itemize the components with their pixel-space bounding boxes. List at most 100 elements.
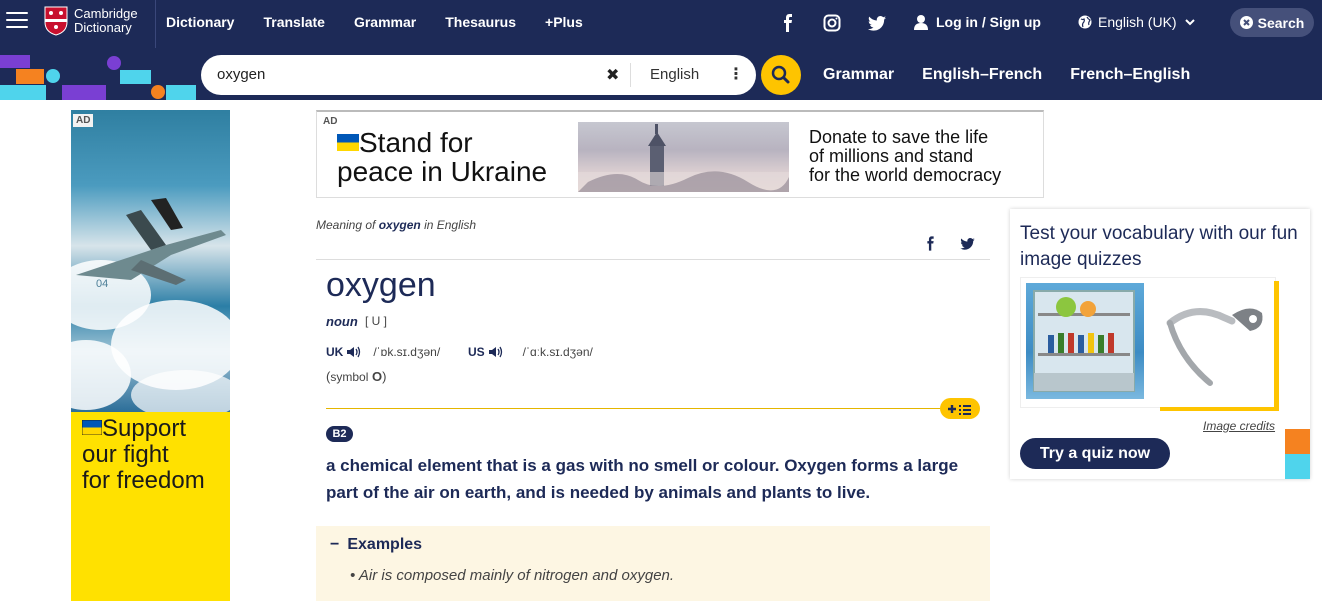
- meaning-word: oxygen: [378, 218, 421, 232]
- grammar-code: [ U ]: [365, 314, 388, 328]
- uk-audio-icon[interactable]: [347, 346, 361, 358]
- login-link[interactable]: Log in / Sign up: [914, 14, 1041, 30]
- search-toggle-button[interactable]: Search: [1230, 8, 1314, 37]
- search-bar: oxygen ✖ English ⋮ Grammar English–Frenc…: [0, 48, 1322, 100]
- fighter-jet-image: 04: [71, 110, 230, 420]
- cambridge-logo[interactable]: Cambridge Dictionary: [44, 6, 138, 36]
- quick-links: Grammar English–French French–English: [823, 66, 1218, 84]
- language-label: English (UK): [1098, 14, 1177, 30]
- link-grammar[interactable]: Grammar: [823, 66, 894, 84]
- search-divider: [630, 63, 631, 87]
- try-quiz-button[interactable]: Try a quiz now: [1020, 438, 1170, 469]
- ad-slogan: Support our fight for freedom: [81, 415, 205, 494]
- peeler-image: [1150, 283, 1270, 399]
- sense-divider: [326, 408, 940, 409]
- banner-headline-line2: peace in Ukraine: [337, 156, 548, 187]
- chemical-symbol: (symbol O): [326, 369, 387, 384]
- nav-translate[interactable]: Translate: [263, 14, 324, 30]
- link-french-english[interactable]: French–English: [1070, 66, 1190, 84]
- decorative-blocks: [0, 55, 196, 100]
- nav-grammar[interactable]: Grammar: [354, 14, 416, 30]
- nav-dictionary[interactable]: Dictionary: [166, 14, 234, 30]
- banner-ad-label: AD: [320, 115, 341, 128]
- headword: oxygen: [326, 266, 436, 304]
- banner-desc-line2: of millions and stand: [809, 146, 974, 166]
- quiz-frame-accent: [1274, 281, 1279, 411]
- logo-divider: [155, 0, 156, 48]
- quiz-title: Test your vocabulary with our fun image …: [1020, 223, 1298, 270]
- search-icon: [771, 65, 790, 84]
- nav-plus[interactable]: +Plus: [545, 14, 583, 30]
- banner-description: Donate to save the life of millions and …: [809, 128, 1001, 185]
- banner-desc-line1: Donate to save the life: [809, 127, 989, 147]
- banner-headline: Stand for peace in Ukraine: [337, 128, 547, 186]
- search-box: oxygen ✖ English ⋮: [201, 55, 756, 95]
- twitter-icon[interactable]: [868, 16, 886, 31]
- examples-toggle[interactable]: − Examples: [330, 536, 422, 554]
- login-label: Log in / Sign up: [936, 14, 1041, 30]
- ad-slogan-line1: Support: [102, 415, 187, 442]
- share-facebook-icon[interactable]: [925, 236, 936, 251]
- close-icon: [1239, 16, 1253, 29]
- user-icon: [914, 14, 928, 30]
- quiz-frame-accent-bottom: [1160, 407, 1279, 411]
- image-quiz-widget: Test your vocabulary with our fun image …: [1010, 209, 1310, 479]
- meaning-prefix: Meaning of: [316, 218, 376, 232]
- image-credits-link[interactable]: Image credits: [1203, 419, 1275, 433]
- us-label: US: [468, 345, 485, 359]
- part-of-speech: noun: [326, 314, 358, 329]
- link-english-french[interactable]: English–French: [922, 66, 1042, 84]
- banner-ad[interactable]: AD Stand for peace in Ukraine Donate to …: [316, 110, 1044, 198]
- instagram-icon[interactable]: [823, 14, 841, 32]
- search-button-label: Search: [1257, 14, 1305, 31]
- us-pronunciation: US /ˈɑːk.sɪ.dʒən/: [468, 345, 593, 359]
- chevron-down-icon: [1184, 18, 1195, 25]
- examples-title: Examples: [347, 536, 423, 553]
- collapse-icon: −: [330, 536, 340, 553]
- decorative-side-blocks: [1285, 429, 1310, 479]
- brand-line1: Cambridge: [74, 6, 138, 21]
- banner-headline-line1: Stand for: [359, 127, 473, 158]
- us-ipa: /ˈɑːk.sɪ.dʒən/: [522, 345, 593, 359]
- ad-slogan-line2: our fight: [82, 441, 169, 468]
- search-submit-button[interactable]: [761, 55, 801, 95]
- symbol-label: symbol: [330, 370, 369, 384]
- foggy-church-image: [578, 122, 789, 192]
- nav-thesaurus[interactable]: Thesaurus: [445, 14, 516, 30]
- dictionary-selector[interactable]: English: [650, 66, 699, 83]
- brand-text: Cambridge Dictionary: [74, 7, 138, 35]
- globe-icon: [1078, 15, 1092, 29]
- us-audio-icon[interactable]: [488, 346, 503, 358]
- examples-panel: − Examples • Air is composed mainly of ni…: [316, 526, 990, 601]
- add-list-icon: [948, 405, 971, 416]
- clear-search-icon[interactable]: ✖: [606, 65, 619, 85]
- ad-label: AD: [73, 114, 94, 127]
- uk-pronunciation: UK /ˈɒk.sɪ.dʒən/: [326, 345, 440, 359]
- more-options-icon[interactable]: ⋮: [728, 64, 744, 84]
- main-nav: Dictionary Translate Grammar Thesaurus +…: [166, 14, 612, 30]
- language-selector[interactable]: English (UK): [1078, 14, 1195, 30]
- ukraine-flag-icon: [337, 133, 359, 151]
- cambridge-shield-icon: [44, 6, 68, 36]
- example-item: • Air is composed mainly of nitrogen and…: [350, 567, 675, 584]
- uk-label: UK: [326, 345, 344, 359]
- facebook-icon[interactable]: [781, 14, 795, 32]
- left-skyscraper-ad[interactable]: 04 Support our fight for freedom AD: [71, 110, 230, 601]
- example-text: Air is composed mainly of nitrogen and o…: [358, 567, 675, 584]
- hamburger-menu-icon[interactable]: [6, 12, 28, 30]
- symbol-value: O: [371, 369, 383, 384]
- definition: a chemical element that is a gas with no…: [326, 456, 959, 502]
- brand-line2: Dictionary: [74, 20, 132, 35]
- jet-icon: [76, 198, 226, 285]
- cefr-level-badge: B2: [326, 426, 353, 442]
- ukraine-flag-icon: [81, 419, 103, 436]
- top-navigation-bar: Cambridge Dictionary Dictionary Translat…: [0, 0, 1322, 48]
- dishwasher-image: [1026, 283, 1144, 399]
- meaning-heading: Meaning of oxygen in English: [316, 218, 476, 232]
- share-twitter-icon[interactable]: [960, 238, 975, 250]
- ad-slogan-line3: for freedom: [82, 467, 205, 494]
- add-to-wordlist-button[interactable]: [940, 398, 980, 419]
- search-input[interactable]: oxygen: [217, 66, 265, 83]
- banner-desc-line3: for the world democracy: [809, 165, 1002, 185]
- entry-divider: [316, 259, 990, 260]
